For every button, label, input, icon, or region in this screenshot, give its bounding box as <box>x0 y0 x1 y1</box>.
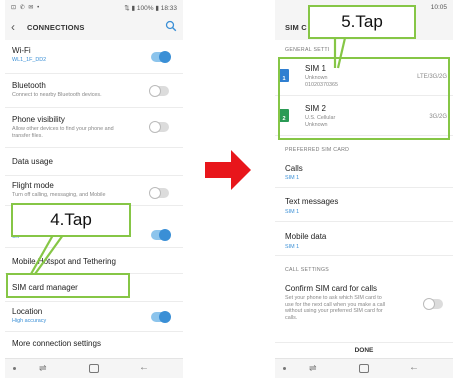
section-general-label: GENERAL SETTI <box>285 47 330 53</box>
nav-bar: ⇌ ← <box>275 358 453 378</box>
row-title: Bluetooth <box>12 81 46 90</box>
phone-visibility-row[interactable]: Phone visibility Allow other devices to … <box>5 108 183 148</box>
back-icon[interactable]: ← <box>409 362 419 373</box>
sim-manager-highlight <box>6 273 130 298</box>
connections-screen: ⊡ ✆ ✉ • ⇅ ▮ 100% ▮ 18:33 ‹ CONNECTIONS W… <box>5 0 183 378</box>
row-subtitle: Connect to nearby Bluetooth devices. <box>12 92 102 98</box>
phone-visibility-toggle[interactable] <box>149 121 169 133</box>
flight-mode-row[interactable]: Flight mode Turn off calling, messaging,… <box>5 176 183 206</box>
home-icon[interactable] <box>89 364 99 373</box>
row-title: More connection settings <box>12 339 101 348</box>
row-title: Phone visibility <box>12 115 65 124</box>
status-bar: ⊡ ✆ ✉ • ⇅ ▮ 100% ▮ 18:33 <box>5 0 183 16</box>
row-title: Confirm SIM card for calls <box>285 284 378 293</box>
row-title: Data usage <box>12 157 53 166</box>
bluetooth-toggle[interactable] <box>149 85 169 97</box>
pref-text-row[interactable]: Text messages SIM 1 <box>275 188 453 222</box>
row-title: Location <box>12 307 43 316</box>
page-title: SIM C <box>285 23 307 32</box>
page-title: CONNECTIONS <box>27 23 85 32</box>
row-subtitle: Turn off calling, messaging, and Mobile <box>12 192 106 198</box>
location-toggle[interactable] <box>151 311 171 323</box>
wifi-toggle[interactable] <box>151 51 171 63</box>
done-button[interactable]: DONE <box>275 342 453 358</box>
row-value: SIM 1 <box>285 209 300 215</box>
nav-bar: ⇌ ← <box>5 358 183 378</box>
hotspot-row[interactable]: Mobile Hotspot and Tethering <box>5 248 183 274</box>
bluetooth-row[interactable]: Bluetooth Connect to nearby Bluetooth de… <box>5 74 183 108</box>
row-subtitle: High accuracy <box>12 318 47 324</box>
home-icon[interactable] <box>359 364 369 373</box>
pref-data-row[interactable]: Mobile data SIM 1 <box>275 222 453 256</box>
recents-icon[interactable]: ⇌ <box>39 363 47 374</box>
more-connection-settings-row[interactable]: More connection settings <box>5 332 183 358</box>
row-title: Mobile data <box>285 232 327 241</box>
row-value: SIM 1 <box>285 175 300 181</box>
callout-step-5: 5.Tap <box>308 5 416 39</box>
back-icon[interactable]: ← <box>139 362 149 373</box>
wifi-row[interactable]: Wi-Fi WL1_1F_DD2 <box>5 40 183 74</box>
row-title: Calls <box>285 164 303 173</box>
confirm-sim-row[interactable]: Confirm SIM card for calls Set your phon… <box>275 276 453 330</box>
back-arrow-icon[interactable]: ‹ <box>11 20 15 34</box>
settings-list: Wi-Fi WL1_1F_DD2 Bluetooth Connect to ne… <box>5 40 183 358</box>
confirm-sim-toggle[interactable] <box>423 298 443 310</box>
callout-step-4: 4.Tap <box>11 203 131 237</box>
row-subtitle: WL1_1F_DD2 <box>12 57 47 63</box>
nav-dot-icon[interactable] <box>283 367 286 370</box>
recents-icon[interactable]: ⇌ <box>309 363 317 374</box>
data-usage-row[interactable]: Data usage <box>5 148 183 176</box>
row-value: SIM 1 <box>285 244 300 250</box>
row-subtitle: Allow other devices to find your phone a… <box>12 126 114 139</box>
sim-card-manager-screen: 10:05 SIM C GENERAL SETTI 1 SIM 1 Unknow… <box>275 0 453 378</box>
search-icon[interactable] <box>165 20 177 32</box>
row-title: Text messages <box>285 197 339 206</box>
pref-calls-row[interactable]: Calls SIM 1 <box>275 156 453 188</box>
arrow-right-icon <box>205 150 251 190</box>
hidden-row-toggle[interactable] <box>151 229 171 241</box>
row-title: Wi-Fi <box>12 46 31 55</box>
section-call-label: CALL SETTINGS <box>285 267 330 273</box>
app-header: ‹ CONNECTIONS <box>5 16 183 40</box>
sim-list-highlight <box>278 57 450 140</box>
notification-icons: ⊡ ✆ ✉ • <box>11 5 41 11</box>
section-preferred-label: PREFERRED SIM CARD <box>285 147 350 153</box>
row-title: Mobile Hotspot and Tethering <box>12 257 116 266</box>
status-info: ⇅ ▮ 100% ▮ 18:33 <box>124 5 177 12</box>
flight-mode-toggle[interactable] <box>149 187 169 199</box>
location-row[interactable]: Location High accuracy <box>5 302 183 332</box>
row-title: Flight mode <box>12 181 54 190</box>
row-desc: without using your preferred SIM card fo… <box>285 308 383 314</box>
status-time: 10:05 <box>430 4 447 11</box>
row-desc: calls. <box>285 314 298 321</box>
nav-dot-icon[interactable] <box>13 367 16 370</box>
